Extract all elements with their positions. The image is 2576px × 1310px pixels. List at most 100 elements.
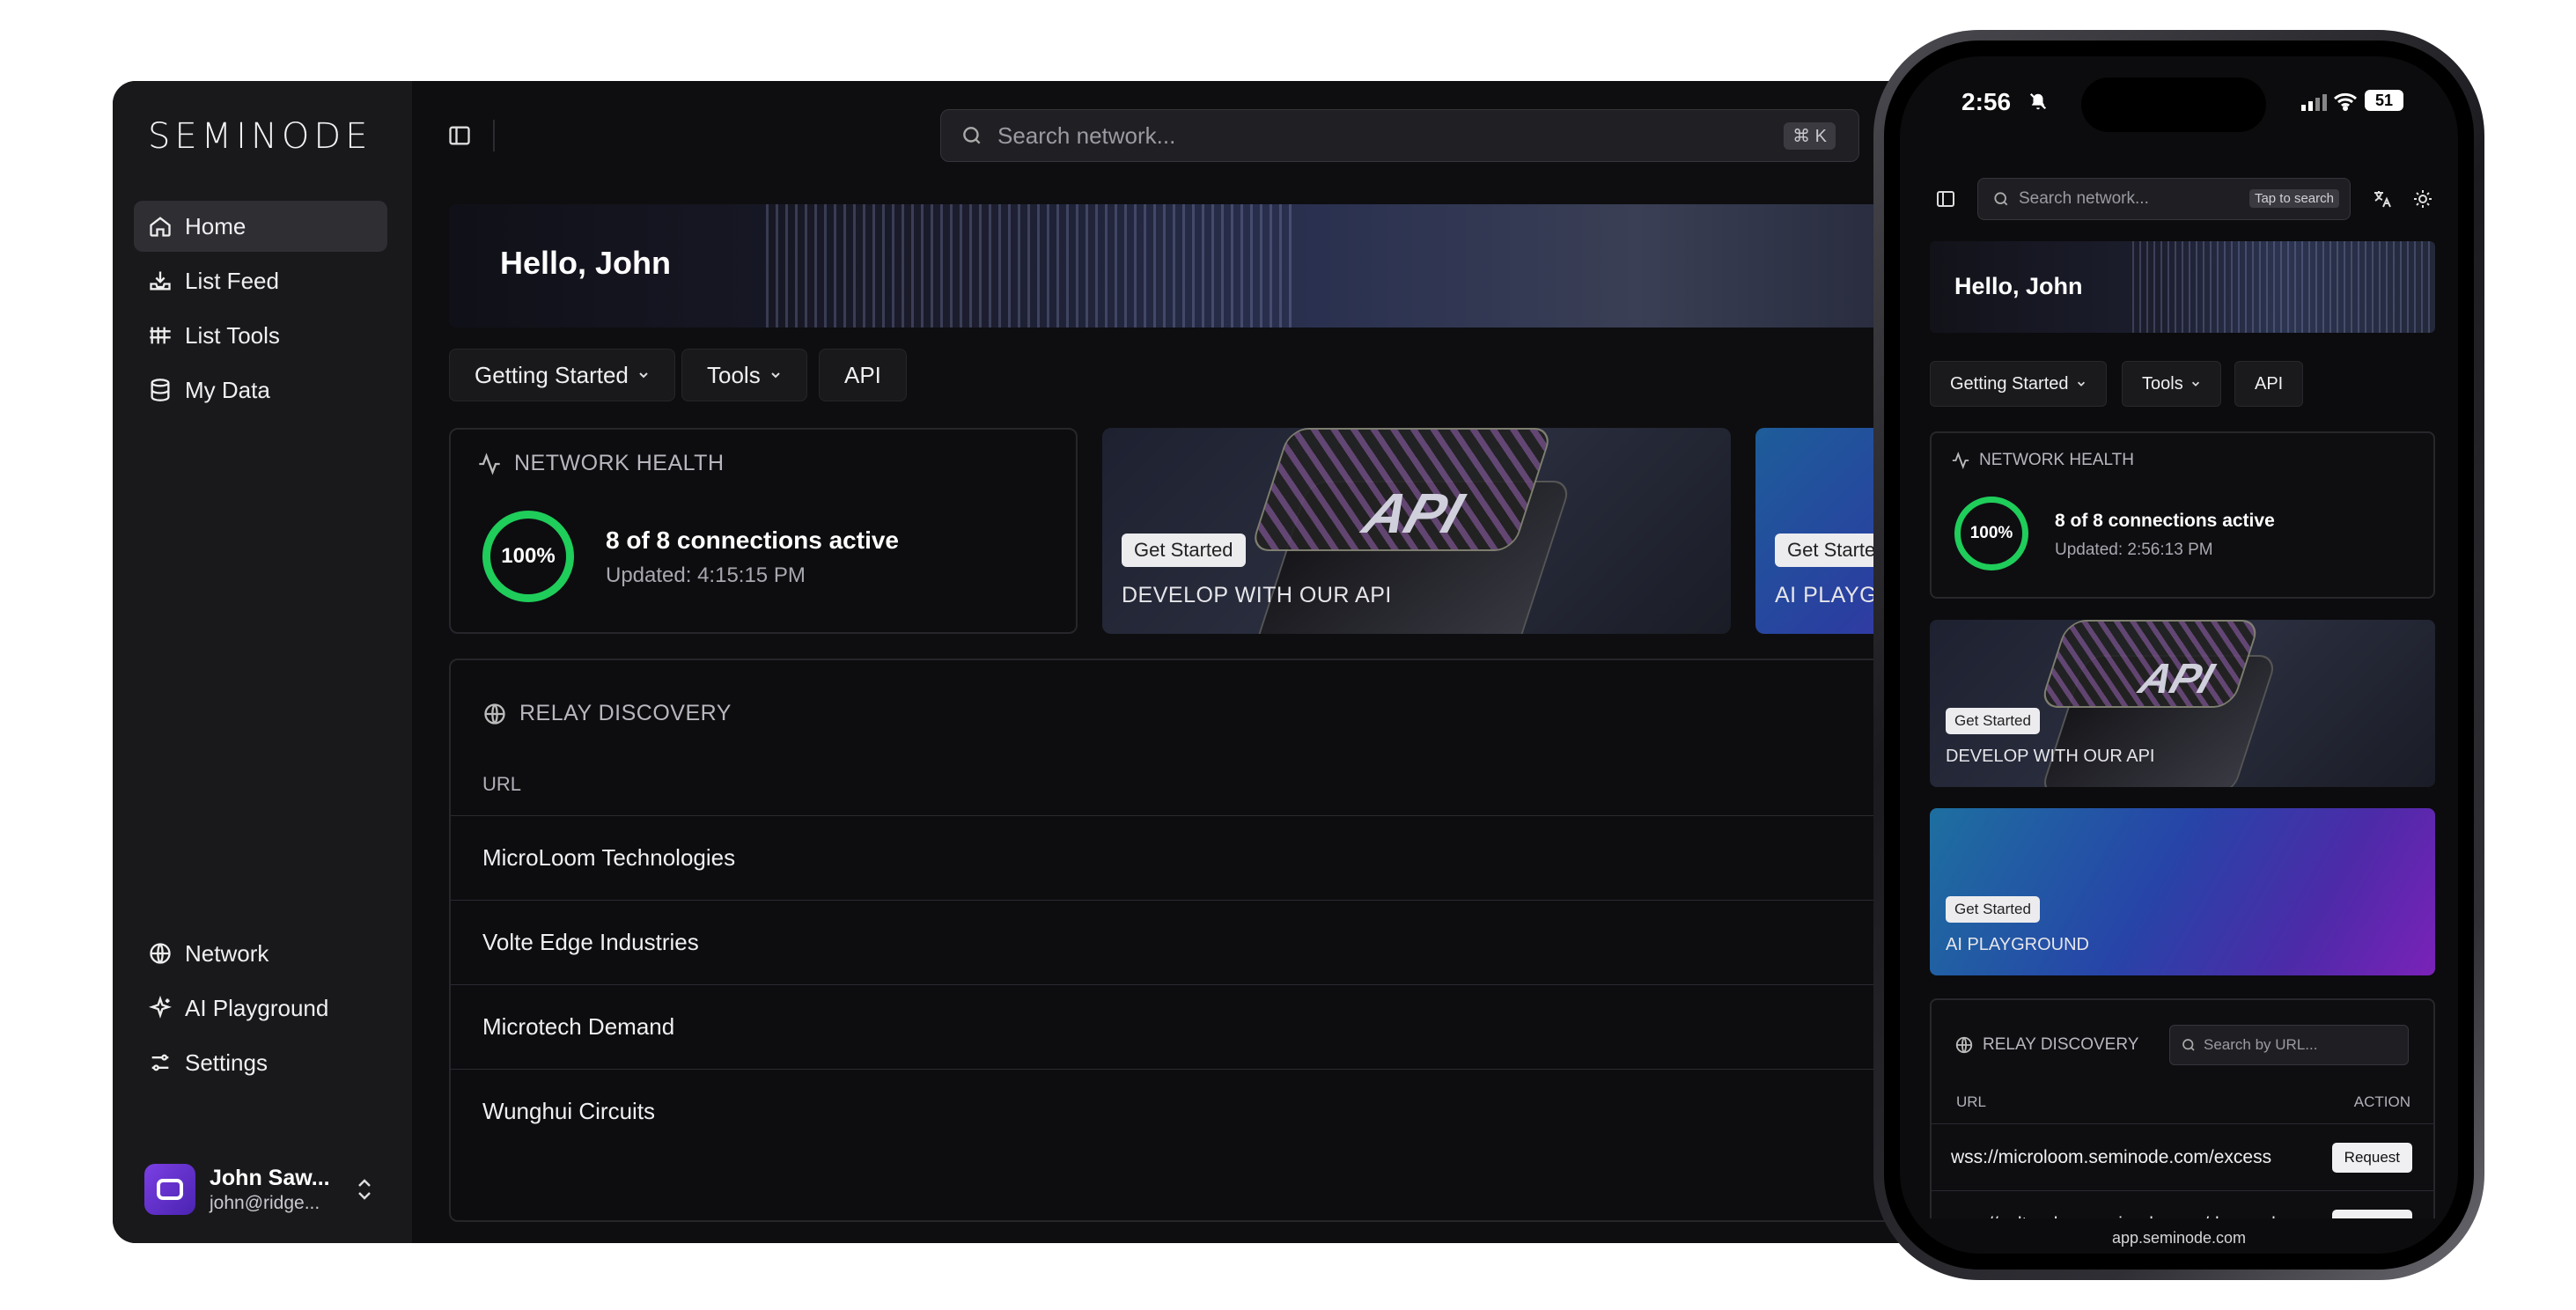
connections-status: 8 of 8 connections active (606, 526, 899, 554)
row-name: Wunghui Circuits (482, 1098, 656, 1124)
request-button[interactable]: Request (2331, 1142, 2412, 1173)
search-placeholder: Search by URL... (2204, 1036, 2318, 1053)
relay-discovery-card: RELAY DISCOVERY Search by URL... URL ACT… (1930, 998, 2435, 1254)
sidebar-item-my-data[interactable]: My Data (134, 364, 387, 416)
updated-time: Updated: 2:56:13 PM (2055, 541, 2213, 559)
globe-icon (1954, 1035, 1974, 1055)
activity-icon (477, 452, 502, 476)
search-icon (1992, 190, 2010, 208)
tab-label: Getting Started (475, 361, 629, 388)
desktop-app-window: SEMINODE Home List Feed List Tools My Da… (113, 81, 2006, 1243)
relay-search-input[interactable]: Search by URL... (2169, 1025, 2409, 1065)
sliders-icon (148, 1050, 173, 1075)
status-time: 2:56 (1961, 88, 2012, 115)
globe-icon (482, 702, 507, 726)
tab-getting-started[interactable]: Getting Started (449, 349, 675, 401)
search-icon (960, 124, 983, 147)
url-bar[interactable]: app.seminode.com (1900, 1218, 2458, 1247)
sidebar-item-label: Network (185, 939, 269, 967)
sidebar-item-ai-playground[interactable]: AI Playground (134, 982, 387, 1034)
column-header-action: ACTION (2353, 1093, 2410, 1110)
activity-icon (1951, 451, 1970, 470)
tab-label: Tools (707, 361, 761, 388)
banner-texture (766, 204, 1294, 328)
sparkles-icon (148, 996, 173, 1020)
relay-url: wss://microloom.seminode.com/excess (1951, 1146, 2272, 1167)
inbox-icon (148, 269, 173, 293)
sun-icon[interactable] (2412, 188, 2433, 210)
tab-tools[interactable]: Tools (681, 349, 807, 401)
health-progress-ring: 100% (1954, 497, 2028, 570)
table-row[interactable]: Microtech Demand (451, 984, 2006, 1069)
tab-api[interactable]: API (819, 349, 907, 401)
battery-indicator: 51 (2365, 90, 2403, 111)
search-icon (2181, 1037, 2197, 1053)
keyboard-shortcut-badge: ⌘ K (1784, 122, 1836, 150)
search-bar[interactable]: Search network... Tap to search (1977, 178, 2351, 220)
network-health-card: NETWORK HEALTH 100% 8 of 8 connections a… (449, 428, 1078, 634)
sidebar-item-settings[interactable]: Settings (134, 1037, 387, 1088)
tab-getting-started[interactable]: Getting Started (1930, 361, 2107, 407)
tab-label: Tools (2142, 373, 2183, 394)
app-logo: SEMINODE (148, 116, 372, 157)
promo-card-api[interactable]: API Get Started DEVELOP WITH OUR API (1930, 620, 2435, 787)
sidebar-toggle-icon[interactable] (1935, 188, 1956, 210)
chevron-down-icon (2076, 379, 2087, 389)
promo-card-ai-playground[interactable]: Get Started AI PLAYGROUND (1930, 808, 2435, 975)
wifi-icon (2333, 92, 2358, 111)
globe-icon (148, 941, 173, 966)
get-started-button[interactable]: Get Started (1946, 708, 2040, 734)
get-started-button[interactable]: Get Started (1946, 896, 2040, 923)
table-row[interactable]: Wunghui Circuits (451, 1069, 2006, 1153)
sidebar-item-list-feed[interactable]: List Feed (134, 255, 387, 306)
card-title: NETWORK HEALTH (514, 451, 725, 475)
column-header-url: URL (1956, 1093, 1987, 1110)
main-content: Search network... ⌘ K Hello, John Gettin… (412, 81, 2006, 1243)
promo-card-api[interactable]: API Get Started DEVELOP WITH OUR API (1102, 428, 1731, 634)
sidebar-item-label: My Data (185, 376, 270, 403)
chevron-down-icon (2190, 379, 2201, 389)
database-icon (148, 378, 173, 402)
chevron-up-down-icon (355, 1177, 374, 1202)
network-health-card: NETWORK HEALTH 100% 8 of 8 connections a… (1930, 431, 2435, 599)
relay-discovery-card: RELAY DISCOVERY URL MicroLoom Technologi… (449, 659, 2006, 1222)
search-bar[interactable]: Search network... ⌘ K (940, 109, 1859, 162)
phone-frame: 2:56 51 Search network... Tap to search (1873, 30, 2484, 1280)
sidebar-item-network[interactable]: Network (134, 928, 387, 979)
table-row: wss://microloom.seminode.com/excess Requ… (1932, 1123, 2433, 1190)
table-row[interactable]: Volte Edge Industries (451, 900, 2006, 984)
get-started-button[interactable]: Get Started (1122, 534, 1246, 567)
table-row[interactable]: MicroLoom Technologies (451, 815, 2006, 900)
greeting-text: Hello, John (1954, 273, 2083, 299)
promo-title: DEVELOP WITH OUR API (1946, 747, 2155, 766)
translate-icon[interactable] (2372, 188, 2393, 210)
signal-icon (2301, 93, 2328, 111)
divider (493, 120, 495, 151)
updated-time: Updated: 4:15:15 PM (606, 563, 806, 587)
greeting-text: Hello, John (500, 245, 672, 281)
avatar (144, 1164, 195, 1215)
sidebar-item-home[interactable]: Home (134, 201, 387, 252)
tab-label: API (844, 361, 881, 388)
sidebar-item-list-tools[interactable]: List Tools (134, 310, 387, 361)
card-title: RELAY DISCOVERY (1983, 1035, 2139, 1054)
banner-texture (2132, 241, 2432, 333)
user-email: john@ridge... (210, 1192, 320, 1213)
card-title: NETWORK HEALTH (1979, 451, 2134, 469)
sidebar-item-label: Home (185, 212, 247, 239)
user-menu[interactable]: John Saw... john@ridge... (144, 1164, 374, 1215)
tab-api[interactable]: API (2234, 361, 2304, 407)
sidebar-toggle-icon[interactable] (447, 123, 472, 148)
browser-bottom-bar: app.seminode.com (1900, 1218, 2458, 1254)
tab-tools[interactable]: Tools (2122, 361, 2221, 407)
row-name: Microtech Demand (482, 1013, 675, 1040)
home-icon (148, 214, 173, 239)
sidebar: SEMINODE Home List Feed List Tools My Da… (113, 81, 412, 1243)
row-name: MicroLoom Technologies (482, 844, 736, 871)
greeting-banner: Hello, John (1930, 241, 2435, 333)
health-percent: 100% (1969, 524, 2013, 542)
user-name: John Saw... (210, 1165, 330, 1190)
sidebar-item-label: List Feed (185, 267, 279, 294)
sidebar-item-label: AI Playground (185, 994, 329, 1021)
chevron-down-icon (769, 369, 782, 381)
